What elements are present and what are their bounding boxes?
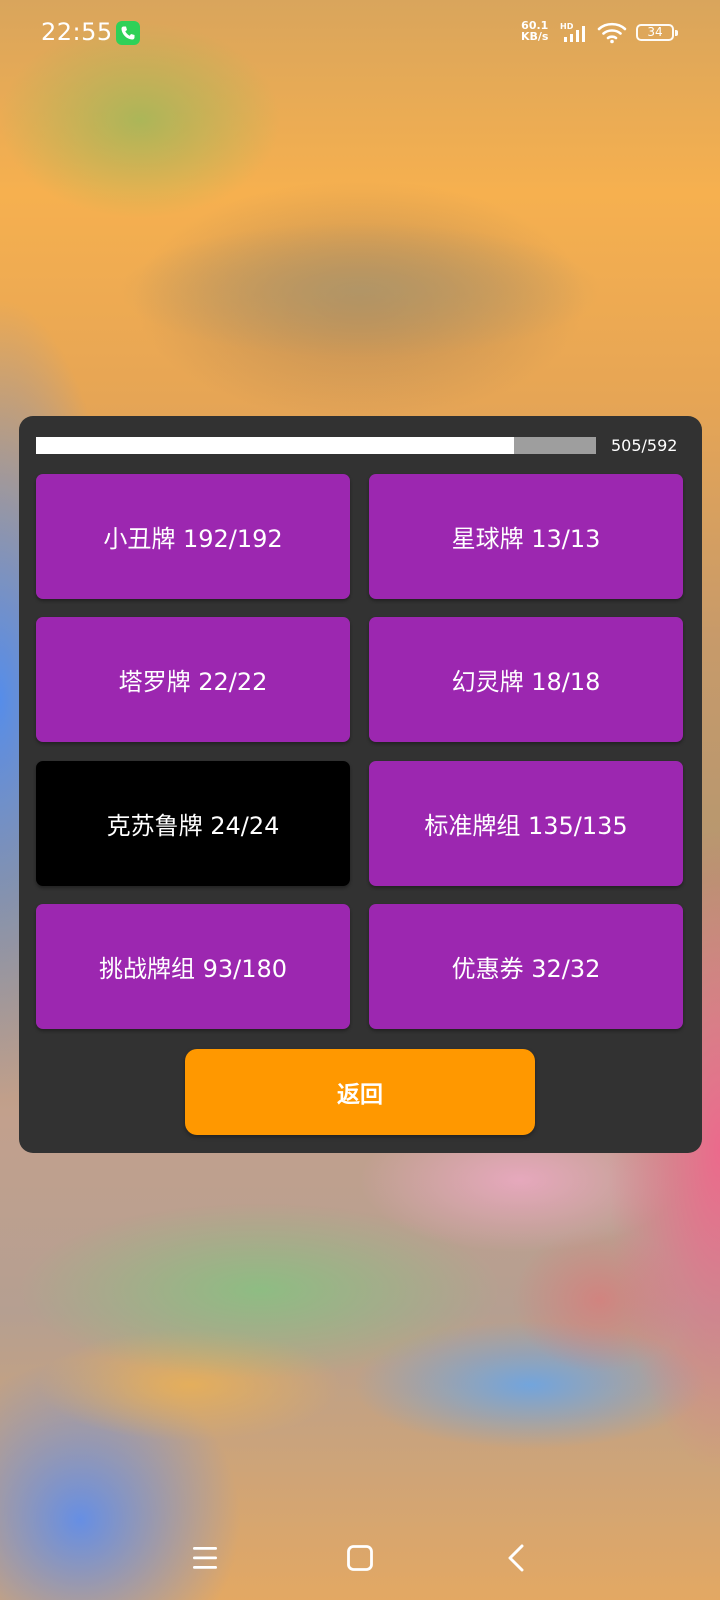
status-bar: 22:55 60.1 KB/s HD 34 [0,0,720,66]
card-category-vouchers[interactable]: 优惠券 32/32 [369,904,683,1029]
menu-icon[interactable] [191,1545,219,1571]
home-icon[interactable] [346,1544,374,1572]
card-category-challenge-decks[interactable]: 挑战牌组 93/180 [36,904,350,1029]
status-time: 22:55 [41,18,113,46]
battery-level: 34 [647,25,663,39]
card-category-planets[interactable]: 星球牌 13/13 [369,474,683,599]
collection-dialog: 505/592 小丑牌 192/192 星球牌 13/13 塔罗牌 22/22 … [19,416,702,1153]
collection-progress-fill [36,437,514,454]
collection-progress-bar [36,437,596,454]
card-category-jokers[interactable]: 小丑牌 192/192 [36,474,350,599]
signal-icon: HD [560,22,585,42]
collection-progress-text: 505/592 [611,436,678,455]
network-type-label: HD [560,22,574,31]
network-speed-unit: KB/s [521,30,549,43]
back-button[interactable]: 返回 [185,1049,535,1135]
battery-icon: 34 [636,24,678,41]
card-category-standard-decks[interactable]: 标准牌组 135/135 [369,761,683,886]
wifi-icon [597,22,627,44]
back-icon[interactable] [505,1543,527,1573]
card-category-tarot[interactable]: 塔罗牌 22/22 [36,617,350,742]
card-category-cthulhu[interactable]: 克苏鲁牌 24/24 [36,761,350,886]
card-category-spectral[interactable]: 幻灵牌 18/18 [369,617,683,742]
network-speed: 60.1 KB/s [521,20,548,42]
phone-call-icon [116,21,140,45]
